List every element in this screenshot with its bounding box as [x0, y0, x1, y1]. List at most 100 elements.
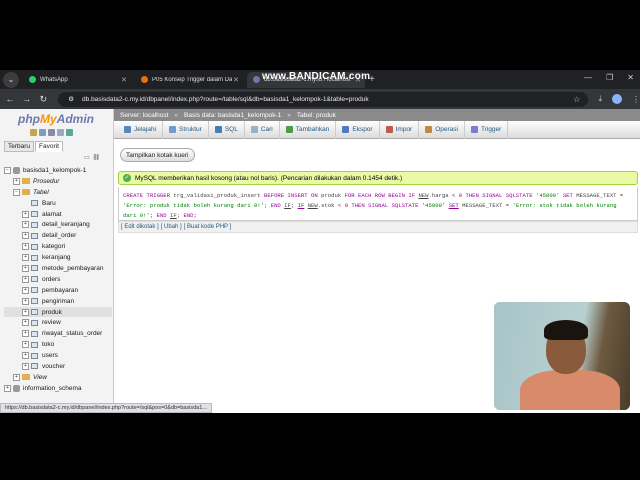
expand-icon[interactable]: + — [22, 210, 29, 218]
menu-jelajahi[interactable]: Jelajahi — [118, 120, 164, 139]
docs-icon[interactable] — [48, 129, 55, 136]
expand-icon[interactable]: + — [13, 373, 20, 381]
expand-icon[interactable]: + — [22, 275, 29, 283]
profile-avatar[interactable] — [611, 94, 622, 104]
folder-icon — [22, 178, 30, 185]
menu-operasi[interactable]: Operasi — [419, 120, 465, 139]
url-text: db.basisdata2-c.my.id/dbpanel/index.php?… — [82, 95, 369, 103]
tree-table[interactable]: + voucher — [4, 361, 112, 372]
table-icon — [31, 221, 38, 228]
close-icon[interactable]: ✕ — [233, 76, 239, 84]
menu-cari[interactable]: Cari — [245, 120, 280, 139]
expand-icon[interactable]: + — [22, 319, 29, 327]
menu-struktur[interactable]: Struktur — [163, 120, 209, 139]
expand-icon[interactable]: + — [22, 352, 29, 360]
browser-tab-whatsapp[interactable]: WhatsApp ✕ — [23, 72, 131, 88]
phpmyadmin-logo[interactable]: phpMyAdmin — [18, 112, 94, 126]
menu-impor[interactable]: Impor — [380, 120, 420, 139]
table-icon — [31, 276, 38, 283]
table-icon — [31, 341, 38, 348]
maximize-icon[interactable]: ❐ — [606, 73, 613, 82]
tree-table[interactable]: + pembayaran — [4, 285, 112, 296]
edit-inline-link[interactable]: [ Edit dikotak ] — [121, 224, 159, 230]
expand-icon[interactable]: + — [22, 232, 29, 240]
tree-table[interactable]: Baru — [4, 198, 112, 209]
tree-table[interactable]: + metode_pembayaran — [4, 263, 112, 274]
table-icon — [31, 309, 38, 316]
tab-favorit[interactable]: Favorit — [35, 141, 63, 152]
tree-table[interactable]: + toko — [4, 339, 112, 350]
collapse-all-icon[interactable]: ▭ — [84, 154, 90, 161]
tree-table[interactable]: + detail_order — [4, 230, 112, 241]
reload-nav-icon[interactable] — [66, 129, 73, 136]
forward-icon[interactable]: → — [20, 94, 34, 104]
tree-table[interactable]: + produk — [4, 306, 112, 318]
expand-icon[interactable]: + — [22, 330, 29, 338]
tree-table[interactable]: + riwayat_status_order — [4, 328, 112, 339]
browser-tab-p05[interactable]: P05 Konsep Trigger dalam Data ✕ — [135, 72, 243, 88]
download-icon[interactable]: ⤓ — [598, 94, 602, 104]
menu-label: Struktur — [179, 126, 202, 133]
tree-table[interactable]: + detail_keranjang — [4, 219, 112, 230]
tab-search-icon[interactable]: ⌄ — [3, 71, 19, 88]
back-icon[interactable]: ← — [3, 94, 17, 104]
tree-table[interactable]: + users — [4, 350, 112, 361]
tree-database[interactable]: − basisda1_kelompok-1 — [4, 165, 112, 176]
tree-table[interactable]: + pengiriman — [4, 296, 112, 307]
close-icon[interactable]: ✕ — [121, 76, 127, 84]
collapse-icon[interactable]: − — [4, 166, 11, 174]
tree-table[interactable]: + orders — [4, 274, 112, 285]
menu-label: Jelajahi — [134, 126, 157, 133]
edit-link[interactable]: [ Ubah ] — [161, 224, 182, 230]
expand-icon[interactable]: + — [22, 254, 29, 262]
expand-icon[interactable]: + — [22, 341, 29, 349]
url-input[interactable]: ⚙ db.basisdata2-c.my.id/dbpanel/index.ph… — [58, 91, 589, 107]
expand-icon[interactable]: + — [22, 362, 29, 370]
tree-database[interactable]: + information_schema — [4, 383, 112, 394]
menu-trigger[interactable]: Trigger — [465, 120, 509, 139]
sql-action-links: [ Edit dikotak ] [ Ubah ] [ Buat kode PH… — [118, 221, 638, 233]
bookmark-star-icon[interactable]: ☆ — [573, 95, 580, 104]
logout-icon[interactable] — [39, 129, 46, 136]
tree-table[interactable]: + kategori — [4, 241, 112, 252]
close-window-icon[interactable]: ✕ — [627, 73, 634, 82]
tree-table[interactable]: + alamat — [4, 209, 112, 220]
show-query-box-button[interactable]: Tampilkan kotak kueri — [120, 148, 195, 162]
tree-controls: ▭ ⛓ — [84, 154, 100, 161]
tree-table[interactable]: + keranjang — [4, 252, 112, 263]
site-info-icon[interactable]: ⚙ — [68, 95, 74, 103]
tree-folder[interactable]: + Prosedur — [4, 176, 112, 187]
tree-label: information_schema — [23, 384, 82, 392]
tree-label: kategori — [42, 243, 66, 251]
breadcrumb-database[interactable]: Basis data: basisda1_kelompok-1 — [184, 112, 281, 119]
create-php-code-link[interactable]: [ Buat kode PHP ] — [184, 224, 232, 230]
minimize-icon[interactable]: — — [584, 73, 592, 82]
reload-icon[interactable]: ↻ — [36, 94, 50, 105]
expand-icon[interactable]: + — [22, 221, 29, 229]
tree-folder[interactable]: + View — [4, 372, 112, 383]
breadcrumb-table[interactable]: Tabel: produk — [297, 112, 336, 119]
tree-folder[interactable]: − Tabel — [4, 187, 112, 198]
link-icon[interactable]: ⛓ — [93, 154, 101, 161]
expand-icon[interactable]: + — [22, 243, 29, 251]
expand-icon[interactable]: + — [22, 308, 29, 316]
tree-table[interactable]: + review — [4, 317, 112, 328]
expand-icon[interactable]: + — [22, 297, 29, 305]
menu-tambahkan[interactable]: Tambahkan — [280, 120, 337, 139]
menu-icon[interactable]: ⋮ — [632, 95, 640, 104]
expand-icon[interactable]: + — [4, 384, 11, 392]
settings-icon[interactable] — [57, 129, 64, 136]
home-icon[interactable] — [30, 129, 37, 136]
breadcrumb-server[interactable]: Server: localhost — [120, 112, 168, 119]
menu-label: SQL — [224, 126, 238, 133]
expand-icon[interactable]: + — [22, 264, 29, 272]
menu-sql[interactable]: SQL — [209, 120, 245, 139]
expand-icon[interactable]: + — [13, 177, 20, 185]
table-icon — [31, 330, 38, 337]
collapse-icon[interactable]: − — [13, 188, 20, 196]
tree-label: alamat — [42, 210, 62, 218]
tab-terbaru[interactable]: Terbaru — [4, 141, 35, 152]
expand-icon[interactable]: + — [22, 286, 29, 294]
tree-label: Baru — [42, 199, 56, 207]
menu-ekspor[interactable]: Ekspor — [336, 120, 380, 139]
